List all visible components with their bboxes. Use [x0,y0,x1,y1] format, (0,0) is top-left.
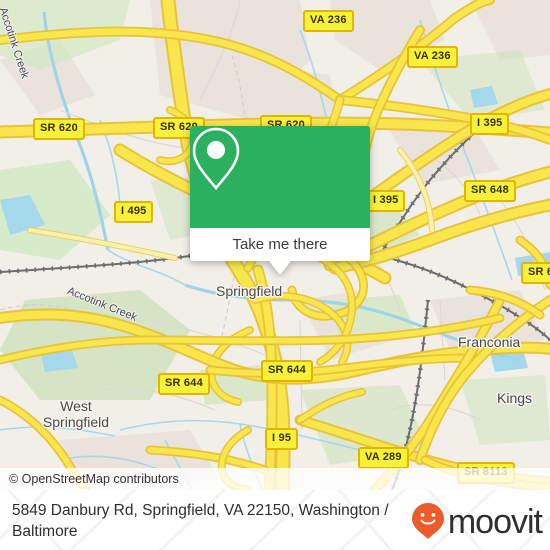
place-label-franconia: Franconia [458,334,521,350]
road-shield-sr-620-a[interactable]: SR 620 [33,118,85,140]
place-label-kingstowne: Kings [497,390,533,406]
road-shield-i-395-b[interactable]: I 395 [366,190,406,212]
take-me-there-label: Take me there [232,236,328,253]
road-shield-i-495[interactable]: I 495 [114,201,154,223]
road-shield-sr-6[interactable]: SR 6 [521,262,550,284]
address-text: 5849 Danbury Rd, Springfield, VA 22150, … [12,502,389,540]
road-shield-va-236-a[interactable]: VA 236 [303,10,354,32]
map-pin-icon [192,127,240,191]
road-shield-sr-644-b[interactable]: SR 644 [261,360,313,382]
road-shield-sr-644-a[interactable]: SR 644 [158,373,210,395]
popup-header [190,126,370,228]
place-label-west-springfield: West Springfield [28,398,124,430]
moovit-map-screenshot: .park{fill:#cfe8c0;} .parkd{fill:#d8e8c8… [0,0,550,550]
place-label-west-springfield-line2: Springfield [42,414,110,431]
place-label-springfield: Springfield [216,283,283,299]
road-shield-i-95[interactable]: I 95 [265,428,299,450]
moovit-pin-icon [411,503,444,539]
moovit-logo: moovit [411,502,543,541]
footer-bar: 5849 Danbury Rd, Springfield, VA 22150, … [0,490,550,550]
road-shield-va-289[interactable]: VA 289 [358,447,409,469]
road-shield-va-236-b[interactable]: VA 236 [407,46,458,68]
map-canvas[interactable]: .park{fill:#cfe8c0;} .parkd{fill:#d8e8c8… [0,0,550,490]
map-attribution: © OpenStreetMap contributors [0,468,550,490]
take-me-there-button[interactable]: Take me there [190,228,370,261]
location-popup-card[interactable]: Take me there [190,126,370,275]
place-label-west-springfield-line1: West [60,398,92,414]
road-shield-i-395-a[interactable]: I 395 [470,113,510,135]
road-shield-sr-648[interactable]: SR 648 [464,180,516,202]
moovit-wordmark: moovit [447,503,543,541]
popup-tail-pointer [269,261,291,275]
